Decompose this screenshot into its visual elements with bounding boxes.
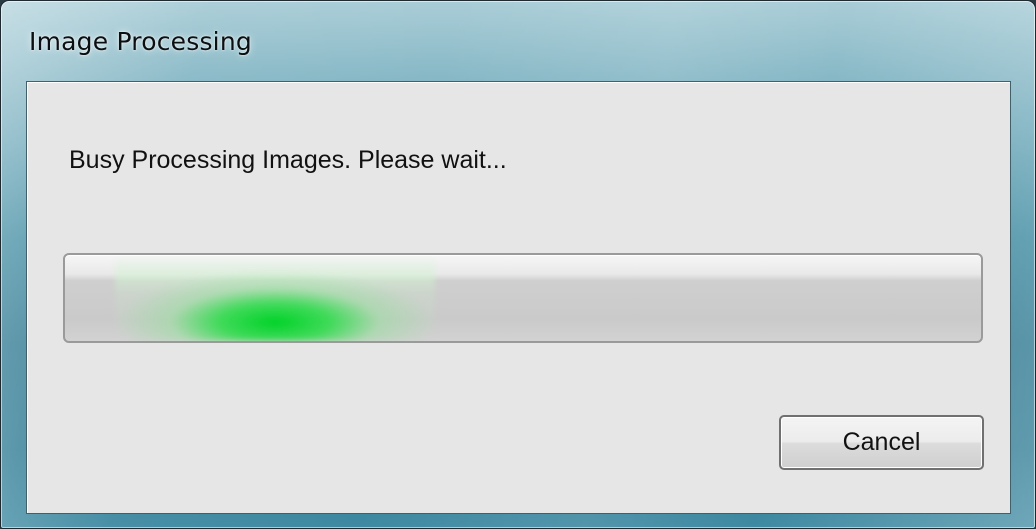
- progress-marquee-indicator: [115, 255, 435, 341]
- dialog-client-area: Busy Processing Images. Please wait... C…: [26, 81, 1011, 514]
- dialog-window: Image Processing Busy Processing Images.…: [0, 0, 1036, 529]
- progress-bar: [63, 253, 983, 343]
- window-title: Image Processing: [29, 27, 252, 56]
- title-bar[interactable]: Image Processing: [1, 1, 1035, 81]
- status-message: Busy Processing Images. Please wait...: [69, 146, 507, 174]
- cancel-button[interactable]: Cancel: [779, 415, 984, 470]
